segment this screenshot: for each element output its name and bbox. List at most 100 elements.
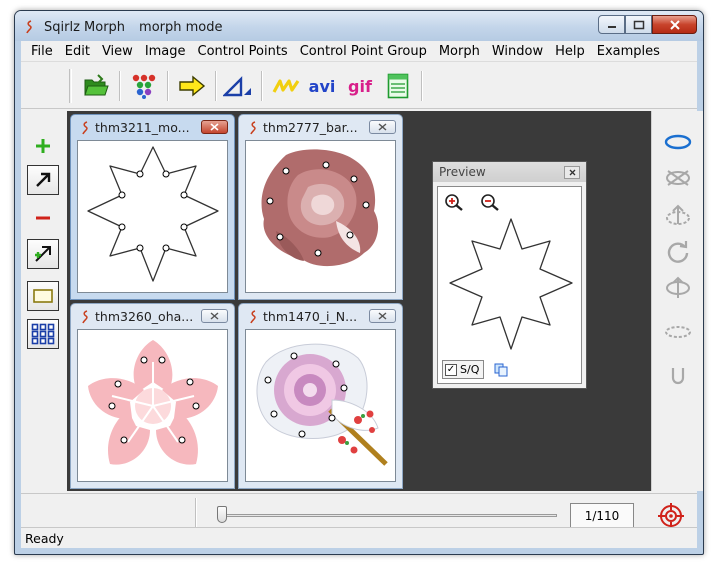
save-avi-button[interactable]: avi [305, 70, 339, 102]
close-icon [569, 169, 575, 176]
triangulate-button[interactable] [221, 70, 255, 102]
document-close-button[interactable] [369, 120, 396, 134]
document-title: thm3211_mo... [95, 120, 190, 135]
menu-control-point-group[interactable]: Control Point Group [294, 41, 433, 61]
caption-buttons [598, 15, 697, 34]
mdi-workspace: thm3211_mo... thm2777_bar... thm3260_oha… [67, 111, 701, 491]
dashed-ellipse-icon [665, 326, 691, 338]
delete-ellipse-button[interactable] [662, 163, 694, 193]
remove-point-button[interactable] [27, 203, 59, 233]
rose-image [261, 149, 379, 267]
document-icon [82, 310, 88, 324]
preview-title-bar[interactable]: Preview [433, 162, 586, 182]
document-title: thm1470_i_N... [263, 309, 358, 324]
open-button[interactable] [79, 70, 113, 102]
zoom-in-icon[interactable] [444, 193, 464, 211]
menu-control-points[interactable]: Control Points [192, 41, 294, 61]
minimize-icon [607, 25, 616, 28]
color-dots-icon [132, 74, 156, 99]
toolbar-separator [421, 71, 423, 101]
frame-slider-thumb[interactable] [217, 506, 227, 523]
preview-window[interactable]: Preview ✓ S/Q [432, 161, 587, 389]
maximize-button[interactable] [625, 15, 652, 34]
close-icon [210, 123, 219, 131]
warp-button[interactable] [269, 70, 303, 102]
ellipse-button[interactable] [662, 127, 694, 157]
menu-examples[interactable]: Examples [591, 41, 666, 61]
image-canvas[interactable] [77, 140, 228, 293]
grid-button[interactable] [27, 319, 59, 349]
menu-window[interactable]: Window [486, 41, 549, 61]
preview-title: Preview [439, 165, 486, 179]
menu-edit[interactable]: Edit [59, 41, 96, 61]
notes-button[interactable] [381, 70, 415, 102]
zoom-out-icon[interactable] [480, 193, 500, 211]
preview-canvas[interactable]: ✓ S/Q [437, 186, 582, 384]
document-title: thm2777_bar... [263, 120, 358, 135]
timeline-separator [195, 498, 197, 528]
close-button[interactable] [652, 15, 697, 34]
frame-slider-track[interactable] [217, 514, 557, 517]
rectangle-select-button[interactable] [27, 281, 59, 311]
close-icon [210, 312, 219, 320]
window-title: Sqirlz Morph morph mode [44, 20, 237, 35]
frame-counter[interactable]: 1/110 [570, 503, 634, 529]
maximize-icon [633, 20, 644, 29]
menu-image[interactable]: Image [139, 41, 192, 61]
u-shape-button[interactable] [662, 361, 694, 391]
star-shape-image [87, 146, 219, 282]
rotate-up-icon [666, 204, 690, 225]
save-gif-button[interactable]: gif [343, 70, 377, 102]
mode-label: morph mode [139, 20, 223, 35]
document-window[interactable]: thm3211_mo... [70, 114, 235, 300]
document-title: thm3260_oha... [95, 309, 194, 324]
target-icon[interactable] [657, 502, 685, 530]
menu-help[interactable]: Help [549, 41, 591, 61]
toolbar-separator [119, 71, 121, 101]
document-close-button[interactable] [201, 309, 228, 323]
minimize-button[interactable] [598, 15, 625, 34]
checkbox-icon: ✓ [445, 363, 457, 376]
menu-file[interactable]: File [25, 41, 59, 61]
sq-checkbox[interactable]: ✓ S/Q [442, 360, 484, 379]
close-icon [378, 312, 387, 320]
preview-close-button[interactable] [564, 166, 580, 179]
document-close-button[interactable] [369, 309, 396, 323]
image-canvas[interactable] [245, 140, 396, 293]
document-window[interactable]: thm1470_i_N... [238, 303, 403, 489]
open-folder-icon [84, 74, 109, 96]
menu-morph[interactable]: Morph [433, 41, 486, 61]
toolbar-grip[interactable] [69, 69, 72, 103]
toolbar-separator [167, 71, 169, 101]
select-button[interactable] [27, 165, 59, 195]
rotate-button[interactable] [662, 237, 694, 267]
move-points-button[interactable] [27, 239, 59, 269]
image-canvas[interactable] [77, 329, 228, 482]
delete-ellipse-icon [666, 170, 690, 186]
colors-button[interactable] [127, 70, 161, 102]
menu-view[interactable]: View [96, 41, 139, 61]
rotate-up-button[interactable] [662, 201, 694, 231]
toolbar-separator [215, 71, 217, 101]
letter-u-icon [671, 368, 685, 385]
document-close-button[interactable] [201, 120, 228, 134]
document-icon [82, 121, 88, 135]
sq-label: S/Q [460, 363, 480, 376]
copy-icon[interactable] [494, 363, 508, 377]
preview-morph-image [449, 218, 573, 350]
title-bar[interactable]: Sqirlz Morph morph mode [15, 11, 703, 41]
document-icon [250, 310, 256, 324]
document-window[interactable]: thm3260_oha... [70, 303, 235, 489]
right-toolbar [651, 111, 703, 491]
dashed-ellipse-button[interactable] [662, 317, 694, 347]
rotate-down-button[interactable] [662, 273, 694, 303]
remove-point-icon [36, 216, 50, 220]
main-toolbar: avi gif [21, 63, 697, 109]
add-point-button[interactable] [27, 131, 59, 161]
menu-bar: File Edit View Image Control Points Cont… [21, 41, 697, 62]
document-window[interactable]: thm2777_bar... [238, 114, 403, 300]
avi-icon: avi [308, 76, 336, 96]
next-button[interactable] [175, 70, 209, 102]
rectangle-select-icon [33, 289, 53, 303]
image-canvas[interactable] [245, 329, 396, 482]
